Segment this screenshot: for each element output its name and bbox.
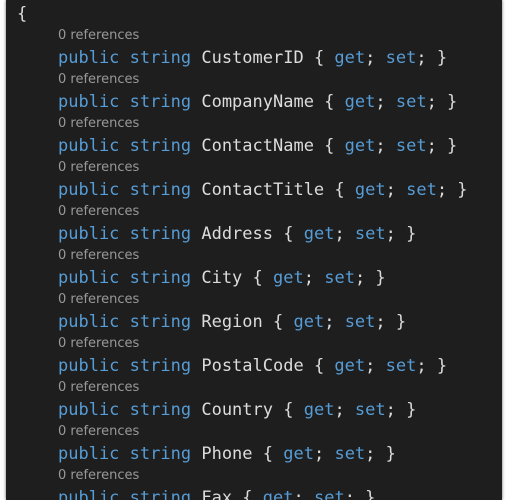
property-name: Address: [201, 224, 273, 244]
code-editor[interactable]: { 0 references public string CustomerID {…: [6, 0, 502, 500]
property-name: CustomerID: [201, 48, 304, 68]
keyword-string: string: [129, 92, 192, 112]
accessor-get: get: [334, 48, 366, 68]
keyword-string: string: [129, 224, 192, 244]
property-code-line[interactable]: public string City { get; set; }: [58, 266, 386, 290]
property-code-line[interactable]: public string Fax { get; set; }: [58, 486, 375, 500]
accessor-get: get: [344, 136, 376, 156]
codelens-references-link[interactable]: 0 references: [58, 422, 396, 442]
property-entry: 0 references public string PostalCode { g…: [58, 334, 447, 378]
property-entry: 0 references public string Region { get; …: [58, 290, 406, 334]
keyword-public: public: [58, 312, 120, 332]
keyword-string: string: [129, 48, 192, 68]
property-name: Fax: [201, 488, 233, 500]
keyword-string: string: [129, 400, 192, 420]
keyword-string: string: [129, 180, 192, 200]
property-name: ContactName: [201, 136, 314, 156]
accessor-get: get: [273, 268, 304, 288]
keyword-string: string: [129, 356, 192, 376]
codelens-references-link[interactable]: 0 references: [58, 290, 406, 310]
property-code-line[interactable]: public string CompanyName { get; set; }: [58, 90, 457, 114]
accessor-set: set: [395, 92, 427, 112]
codelens-references-link[interactable]: 0 references: [58, 158, 468, 178]
keyword-public: public: [58, 136, 120, 156]
codelens-references-link[interactable]: 0 references: [58, 202, 416, 222]
keyword-public: public: [58, 92, 120, 112]
keyword-public: public: [58, 356, 120, 376]
property-name: Country: [201, 400, 273, 420]
codelens-references-link[interactable]: 0 references: [58, 114, 457, 134]
accessor-set: set: [395, 136, 427, 156]
property-entry: 0 references public string CompanyName { …: [58, 70, 457, 114]
accessor-set: set: [406, 180, 437, 200]
accessor-get: get: [354, 180, 386, 200]
keyword-public: public: [58, 180, 120, 200]
accessor-set: set: [344, 312, 376, 332]
property-code-line[interactable]: public string PostalCode { get; set; }: [58, 354, 447, 378]
property-entry: 0 references public string ContactName { …: [58, 114, 457, 158]
keyword-public: public: [58, 48, 120, 68]
accessor-set: set: [354, 400, 386, 420]
keyword-string: string: [129, 136, 192, 156]
property-entry: 0 references public string City { get; se…: [58, 246, 386, 290]
property-name: ContactTitle: [201, 180, 325, 200]
property-code-line[interactable]: public string ContactTitle { get; set; }: [58, 178, 468, 202]
accessor-get: get: [344, 92, 376, 112]
property-code-line[interactable]: public string Phone { get; set; }: [58, 442, 396, 466]
accessor-get: get: [283, 444, 314, 464]
accessor-get: get: [303, 224, 335, 244]
property-code-line[interactable]: public string Region { get; set; }: [58, 310, 406, 334]
property-name: City: [201, 268, 243, 288]
accessor-get: get: [334, 356, 366, 376]
codelens-references-link[interactable]: 0 references: [58, 378, 416, 398]
codelens-references-link[interactable]: 0 references: [58, 334, 447, 354]
keyword-string: string: [129, 312, 192, 332]
property-entry: 0 references public string Phone { get; s…: [58, 422, 396, 466]
property-code-line[interactable]: public string Country { get; set; }: [58, 398, 416, 422]
property-entry: 0 references public string Country { get;…: [58, 378, 416, 422]
property-name: PostalCode: [201, 356, 304, 376]
keyword-string: string: [129, 488, 192, 500]
accessor-get: get: [303, 400, 335, 420]
property-name: Region: [201, 312, 263, 332]
accessor-get: get: [293, 312, 325, 332]
property-code-line[interactable]: public string Address { get; set; }: [58, 222, 416, 246]
property-entry: 0 references public string Fax { get; set…: [58, 466, 375, 500]
keyword-public: public: [58, 224, 120, 244]
keyword-public: public: [58, 268, 120, 288]
property-code-line[interactable]: public string CustomerID { get; set; }: [58, 46, 447, 70]
codelens-references-link[interactable]: 0 references: [58, 466, 375, 486]
codelens-references-link[interactable]: 0 references: [58, 70, 457, 90]
keyword-string: string: [129, 268, 192, 288]
property-entry: 0 references public string ContactTitle {…: [58, 158, 468, 202]
codelens-references-link[interactable]: 0 references: [58, 246, 386, 266]
accessor-set: set: [313, 488, 345, 500]
keyword-string: string: [129, 444, 192, 464]
keyword-public: public: [58, 400, 120, 420]
property-name: CompanyName: [201, 92, 314, 112]
accessor-set: set: [324, 268, 355, 288]
property-entry: 0 references public string CustomerID { g…: [58, 26, 447, 70]
keyword-public: public: [58, 488, 120, 500]
accessor-get: get: [262, 488, 294, 500]
codelens-references-link[interactable]: 0 references: [58, 26, 447, 46]
accessor-set: set: [385, 356, 417, 376]
accessor-set: set: [385, 48, 417, 68]
property-name: Phone: [201, 444, 253, 464]
keyword-public: public: [58, 444, 120, 464]
property-entry: 0 references public string Address { get;…: [58, 202, 416, 246]
property-code-line[interactable]: public string ContactName { get; set; }: [58, 134, 457, 158]
accessor-set: set: [354, 224, 386, 244]
accessor-set: set: [334, 444, 366, 464]
open-brace: {: [17, 4, 28, 24]
